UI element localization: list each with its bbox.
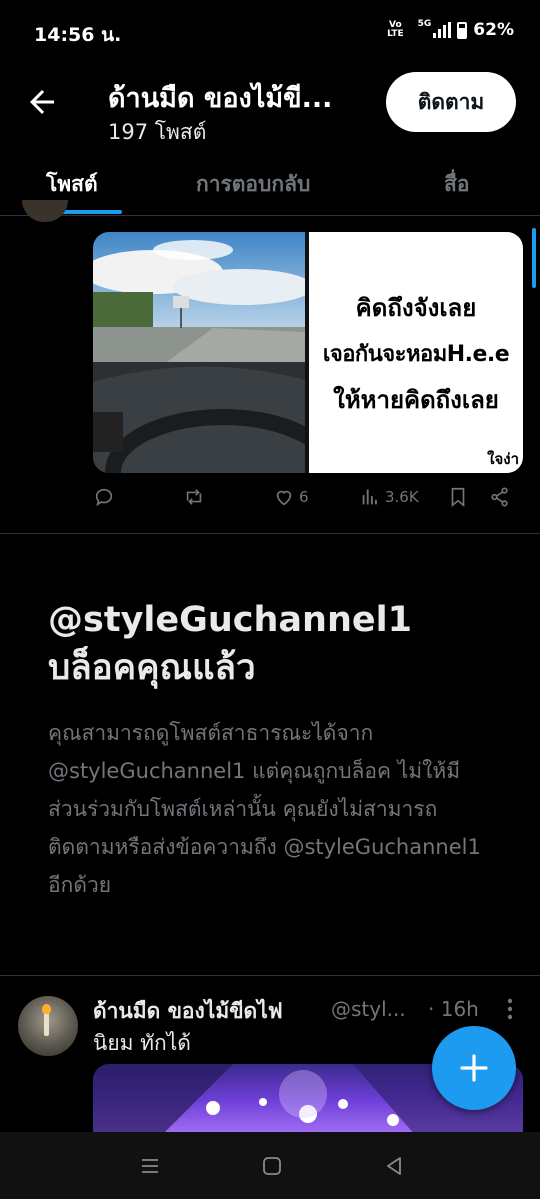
tab-media[interactable]: สื่อ bbox=[444, 168, 469, 201]
reply-icon bbox=[95, 488, 113, 507]
back-icon[interactable] bbox=[382, 1154, 406, 1178]
like-button[interactable]: 6 bbox=[273, 486, 309, 508]
divider bbox=[0, 533, 540, 534]
post-time: · 16h bbox=[428, 997, 479, 1021]
compose-button[interactable] bbox=[432, 1026, 516, 1110]
blocked-description: คุณสามารถดูโพสต์สาธารณะได้จาก @styleGuch… bbox=[48, 721, 481, 897]
post-text: นิยม ทักได้ bbox=[93, 1031, 191, 1055]
share-icon bbox=[491, 487, 508, 507]
blocked-title: @styleGuchannel1 บล็อคคุณแล้ว bbox=[48, 600, 412, 688]
tab-posts[interactable]: โพสต์ bbox=[46, 168, 98, 201]
network-type: 5G bbox=[417, 19, 432, 29]
scrollbar[interactable] bbox=[532, 228, 536, 288]
repost-icon bbox=[186, 489, 202, 505]
profile-tabs: โพสต์ การตอบกลับ สื่อ bbox=[0, 150, 540, 216]
author-handle[interactable]: @styl... bbox=[331, 997, 417, 1021]
status-bar: 14:56 น. Vo LTE 5G 62% bbox=[0, 0, 540, 60]
more-options-icon[interactable] bbox=[500, 996, 520, 1022]
quote-image: คิดถึงจังเลย เจอกันจะหอมH.e.e ให้หายคิดถ… bbox=[309, 232, 523, 473]
bookmark-button[interactable] bbox=[447, 486, 469, 508]
recent-apps-icon[interactable] bbox=[138, 1154, 162, 1178]
views-button[interactable]: 3.6K bbox=[359, 486, 419, 508]
divider bbox=[0, 975, 540, 976]
battery-level: 62% bbox=[473, 20, 514, 40]
status-time: 14:56 น. bbox=[34, 24, 122, 46]
heart-icon bbox=[276, 490, 292, 506]
avatar[interactable] bbox=[18, 996, 78, 1056]
share-button[interactable] bbox=[489, 486, 511, 508]
car-road-photo bbox=[93, 232, 305, 473]
profile-header: ด้านมืด ของไม้ขี... 197 โพสต์ ติดตาม bbox=[0, 60, 540, 148]
bookmark-icon bbox=[451, 487, 465, 508]
status-icons: Vo LTE 5G 62% bbox=[387, 19, 514, 40]
like-count: 6 bbox=[299, 488, 309, 506]
view-count: 3.6K bbox=[385, 488, 419, 506]
signal-icon bbox=[433, 22, 452, 38]
post-media[interactable]: คิดถึงจังเลย เจอกันจะหอมH.e.e ให้หายคิดถ… bbox=[93, 232, 523, 473]
repost-button[interactable] bbox=[183, 486, 205, 508]
post-action-bar: 6 3.6K bbox=[93, 486, 523, 516]
home-icon[interactable] bbox=[260, 1154, 284, 1178]
system-nav-bar bbox=[0, 1132, 540, 1199]
avatar[interactable] bbox=[22, 200, 68, 222]
reply-button[interactable] bbox=[93, 486, 115, 508]
post-count: 197 โพสต์ bbox=[108, 120, 207, 144]
volte-icon: Vo LTE bbox=[387, 20, 404, 39]
back-arrow-icon[interactable] bbox=[24, 84, 60, 120]
follow-button[interactable]: ติดตาม bbox=[386, 72, 516, 132]
tab-replies[interactable]: การตอบกลับ bbox=[196, 168, 310, 201]
image-watermark: ใจง่า bbox=[487, 450, 519, 468]
author-name[interactable]: ด้านมืด ของไม้ขีดไฟ bbox=[93, 995, 283, 1028]
views-icon bbox=[362, 489, 377, 505]
plus-icon bbox=[460, 1054, 488, 1082]
battery-icon bbox=[457, 21, 468, 39]
profile-name: ด้านมืด ของไม้ขี... bbox=[108, 83, 333, 114]
